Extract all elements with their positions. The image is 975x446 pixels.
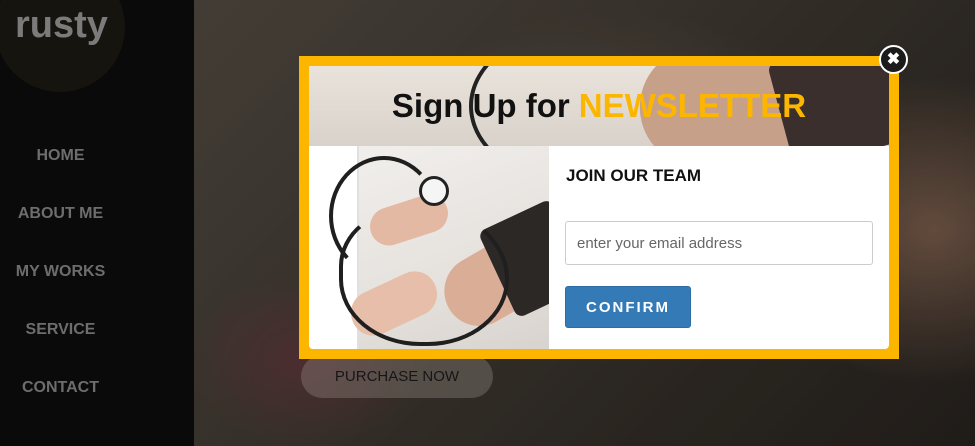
modal-title-accent: NEWSLETTER	[578, 87, 807, 124]
confirm-button[interactable]: CONFIRM	[565, 286, 691, 328]
modal-title: Sign Up for NEWSLETTER	[309, 66, 889, 146]
image-gauge	[419, 176, 449, 206]
close-icon[interactable]: ✖	[879, 45, 908, 74]
image-tube-lower	[339, 206, 509, 346]
newsletter-modal: Sign Up for NEWSLETTER JOIN OUR TEAM CON…	[299, 56, 899, 359]
modal-title-prefix: Sign Up for	[391, 87, 570, 124]
blood-pressure-image	[309, 146, 549, 349]
modal-header: Sign Up for NEWSLETTER	[309, 66, 889, 146]
newsletter-form: JOIN OUR TEAM CONFIRM	[549, 146, 889, 349]
form-heading: JOIN OUR TEAM	[566, 166, 702, 185]
email-input[interactable]	[565, 221, 873, 265]
modal-content: Sign Up for NEWSLETTER JOIN OUR TEAM CON…	[309, 66, 889, 349]
